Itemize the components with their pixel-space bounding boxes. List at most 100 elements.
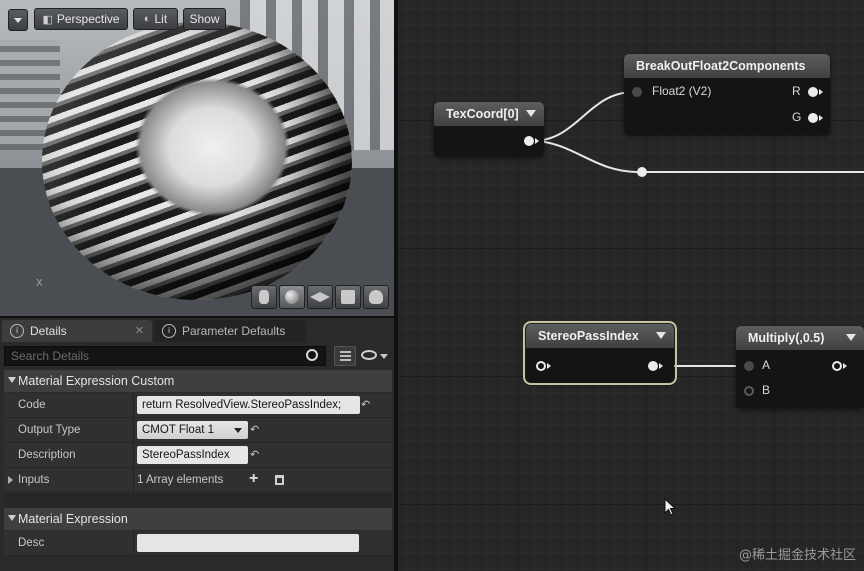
search-details-input[interactable] — [4, 346, 326, 366]
output-pin[interactable] — [832, 361, 842, 371]
perspective-label: Perspective — [56, 12, 120, 26]
node-stereo-pass-index[interactable]: StereoPassIndex — [523, 321, 677, 385]
output-pin-r[interactable] — [808, 87, 818, 97]
input-pin-float2[interactable] — [632, 87, 642, 97]
camera-icon: ◧ — [42, 13, 53, 26]
chevron-down-icon — [234, 428, 242, 433]
output-type-dropdown[interactable]: CMOT Float 1 — [137, 421, 248, 439]
pin-arrow-icon — [547, 363, 551, 369]
output-label-g: G — [792, 110, 802, 124]
node-breakout-float2-components[interactable]: BreakOutFloat2Components Float2 (V2) R G — [624, 54, 830, 134]
node-title: Multiply(,0.5) — [748, 331, 825, 345]
preview-sphere — [42, 22, 352, 300]
category-title: Material Expression — [18, 512, 128, 526]
preview-teapot-button[interactable] — [363, 285, 389, 309]
code-field[interactable]: return ResolvedView.StereoPassIndex; — [137, 396, 360, 414]
cube-icon — [341, 290, 355, 304]
chevron-down-icon[interactable] — [526, 110, 536, 117]
input-pin-b[interactable] — [744, 386, 754, 396]
viewport-options-button[interactable] — [8, 9, 28, 31]
property-row-code: Code return ResolvedView.StereoPassIndex… — [4, 393, 392, 418]
property-row-description: Description StereoPassIndex ↶ — [4, 443, 392, 468]
description-field[interactable]: StereoPassIndex — [137, 446, 248, 464]
category-material-expression-custom[interactable]: Material Expression Custom — [4, 370, 392, 392]
input-label-a: A — [762, 358, 771, 372]
code-label: Code — [18, 399, 46, 411]
pin-arrow-icon — [659, 363, 663, 369]
reset-to-default-icon[interactable]: ↶ — [250, 423, 259, 436]
node-header[interactable]: TexCoord[0] — [434, 102, 544, 126]
input-pin-a[interactable] — [744, 361, 754, 371]
lit-mode-button[interactable]: ◐ Lit — [133, 8, 178, 30]
lit-sphere-icon: ◐ — [143, 13, 151, 25]
section-gap — [4, 494, 392, 508]
view-options-eye-icon[interactable] — [361, 350, 377, 360]
preview-plane-button[interactable] — [307, 285, 333, 309]
node-header[interactable]: Multiply(,0.5) — [736, 326, 864, 350]
search-icon[interactable] — [306, 349, 318, 361]
property-row-desc: Desc — [4, 531, 392, 556]
watermark: @稀土掘金技术社区 — [738, 548, 856, 563]
info-icon: i — [162, 324, 176, 338]
property-row-inputs: Inputs 1 Array elements + — [4, 468, 392, 493]
show-button[interactable]: Show — [183, 8, 226, 30]
tab-details[interactable]: i Details ✕ — [2, 320, 152, 342]
close-tab-icon[interactable]: ✕ — [135, 324, 144, 337]
perspective-button[interactable]: ◧ Perspective — [34, 8, 128, 30]
node-multiply[interactable]: Multiply(,0.5) A B — [736, 326, 864, 408]
trash-icon[interactable] — [275, 475, 284, 485]
output-pin[interactable] — [648, 361, 658, 371]
chevron-down-icon — [14, 17, 22, 23]
pin-arrow-icon — [819, 89, 823, 95]
desc-field[interactable] — [137, 534, 359, 552]
inputs-label: Inputs — [18, 474, 50, 486]
reroute-node — [637, 167, 647, 177]
mouse-cursor-icon — [664, 498, 676, 516]
material-preview-viewport[interactable]: X ◧ Perspective ◐ Lit Show — [0, 0, 394, 316]
pin-arrow-icon — [819, 115, 823, 121]
reset-to-default-icon[interactable]: ↶ — [250, 448, 259, 461]
node-title: TexCoord[0] — [446, 107, 519, 121]
preview-sphere-button[interactable] — [279, 285, 305, 309]
chevron-down-icon[interactable] — [380, 354, 388, 359]
input-label-b: B — [762, 383, 771, 397]
chevron-down-icon[interactable] — [846, 334, 856, 341]
plane-icon — [310, 292, 330, 302]
output-type-label: Output Type — [18, 424, 81, 436]
category-material-expression[interactable]: Material Expression — [4, 508, 392, 530]
input-label-float2: Float2 (V2) — [652, 84, 712, 98]
output-pin[interactable] — [524, 136, 534, 146]
output-pin-g[interactable] — [808, 113, 818, 123]
node-header[interactable]: StereoPassIndex — [526, 324, 674, 348]
tab-details-label: Details — [30, 324, 67, 338]
preview-cylinder-button[interactable] — [251, 285, 277, 309]
output-type-value: CMOT Float 1 — [142, 424, 214, 436]
expand-arrow-icon[interactable] — [8, 476, 13, 484]
tab-parameter-defaults[interactable]: i Parameter Defaults — [154, 320, 306, 342]
chevron-down-icon[interactable] — [656, 332, 666, 339]
collapse-arrow-icon — [8, 377, 16, 383]
property-row-output-type: Output Type CMOT Float 1 ↶ — [4, 418, 392, 443]
sphere-icon — [285, 290, 299, 304]
node-title: StereoPassIndex — [538, 329, 639, 343]
collapse-arrow-icon — [8, 515, 16, 521]
pin-arrow-icon — [843, 363, 847, 369]
desc-label: Desc — [18, 537, 45, 549]
details-search-row — [4, 346, 392, 368]
preview-cube-button[interactable] — [335, 285, 361, 309]
node-header[interactable]: BreakOutFloat2Components — [624, 54, 830, 78]
material-graph-canvas[interactable]: TexCoord[0] BreakOutFloat2Components Flo… — [398, 0, 864, 571]
add-element-icon[interactable]: + — [249, 470, 258, 488]
input-pin[interactable] — [536, 361, 546, 371]
wire-texcoord-to-breakout — [531, 91, 635, 142]
info-icon: i — [10, 324, 24, 338]
node-texcoord[interactable]: TexCoord[0] — [434, 102, 544, 156]
output-label-r: R — [792, 84, 801, 98]
show-label: Show — [189, 12, 220, 26]
reset-to-default-icon[interactable]: ↶ — [361, 398, 370, 411]
teapot-icon — [369, 290, 383, 304]
property-matrix-icon[interactable] — [334, 346, 356, 366]
pin-arrow-icon — [535, 138, 539, 144]
node-title: BreakOutFloat2Components — [636, 59, 806, 73]
category-title: Material Expression Custom — [18, 374, 175, 388]
